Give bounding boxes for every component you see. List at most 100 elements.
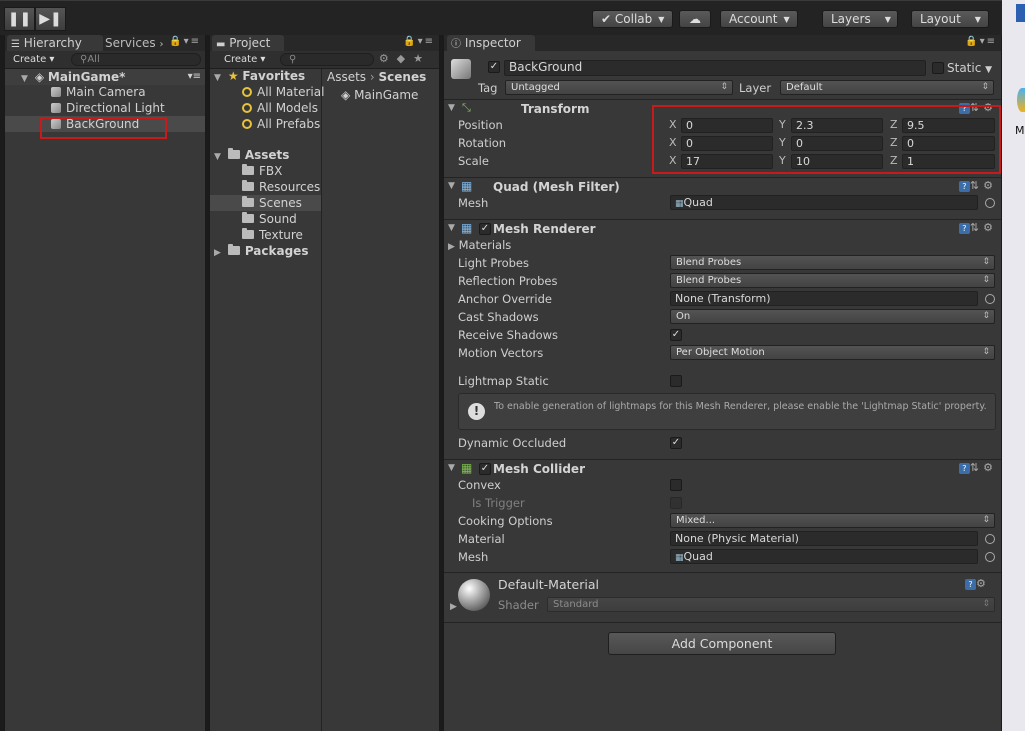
tab-project[interactable]: ▬ Project [212,35,284,51]
add-component-button[interactable]: Add Component [608,632,836,655]
preset-icon[interactable]: ⇅ [970,461,983,474]
cast-shadows-dropdown[interactable]: On [670,309,995,324]
project-search-input[interactable]: ⚲ [280,53,374,66]
expand-arrow-icon[interactable]: ▼ [214,70,224,86]
chevron-down-icon[interactable]: ▼ [985,65,992,75]
panel-menu-icon[interactable]: 🔒▾≡ [965,36,997,47]
mesh-object-field[interactable]: ▦Quad [670,195,978,210]
breadcrumb-assets[interactable]: Assets [327,70,366,84]
pause-button[interactable]: ❚❚ [4,7,35,31]
cooking-options-dropdown[interactable]: Mixed... [670,513,995,528]
expand-arrow-icon[interactable]: ▼ [448,463,458,473]
active-checkbox[interactable]: ✓ [488,61,500,73]
collider-material-field[interactable]: None (Physic Material) [670,531,978,546]
component-icons[interactable]: ? ⇅⚙ [958,221,997,234]
layer-dropdown[interactable]: Default [780,80,994,95]
receive-shadows-checkbox[interactable]: ✓ [670,329,682,341]
folder-fbx[interactable]: FBX [242,163,282,179]
expand-arrow-icon[interactable]: ▶ [450,602,460,612]
project-create-button[interactable]: Create ▾ [220,53,269,67]
favorite-all-material[interactable]: All Material [242,84,324,100]
component-icons[interactable]: ? ⇅⚙ [958,179,997,192]
reflection-probes-dropdown[interactable]: Blend Probes [670,273,995,288]
lightmap-static-checkbox[interactable] [670,375,682,387]
panel-menu-icon[interactable]: 🔒▾≡ [169,36,201,47]
tab-hierarchy[interactable]: ☰ Hierarchy [7,35,103,51]
gear-icon[interactable]: ⚙ [976,577,990,590]
folder-sound[interactable]: Sound [242,211,297,227]
step-icon: ▶❚ [39,11,62,27]
help-icon[interactable]: ? [965,579,976,590]
assets-row[interactable]: ▼ Assets [214,147,289,163]
gear-icon[interactable]: ⚙ [983,221,997,234]
motion-vectors-dropdown[interactable]: Per Object Motion [670,345,995,360]
search-icon [242,103,252,113]
lightmap-static-label: Lightmap Static [458,374,549,388]
packages-row[interactable]: ▶ Packages [214,243,308,259]
mesh-collider-enabled-checkbox[interactable]: ✓ [479,463,491,475]
folder-scenes[interactable]: Scenes [210,195,321,211]
tag-dropdown[interactable]: Untagged [505,80,733,95]
account-dropdown[interactable]: Account ▼ [720,10,798,28]
file-maingame[interactable]: ◈ MainGame [341,87,418,103]
static-checkbox[interactable] [932,62,944,74]
favorite-all-models[interactable]: All Models [242,100,318,116]
gear-icon[interactable]: ⚙ [983,179,997,192]
expand-arrow-icon[interactable]: ▼ [448,103,458,113]
browser-icon[interactable] [1017,88,1025,112]
expand-arrow-icon[interactable]: ▼ [448,223,458,233]
cloud-button[interactable]: ☁ [679,10,711,28]
material-icons[interactable]: ? ⚙ [965,577,990,590]
filter-icons[interactable]: ⚙◆★ [379,52,431,65]
mesh-collider-header[interactable]: ▼ ▦ ✓ Mesh Collider ? ⇅⚙ [444,459,1001,477]
folder-resources[interactable]: Resources [242,179,320,195]
expand-arrow-icon[interactable]: ▼ [214,149,224,165]
gear-icon[interactable]: ⚙ [983,461,997,474]
object-picker-icon[interactable] [985,294,995,304]
help-icon[interactable]: ? [958,223,970,234]
anchor-override-field[interactable]: None (Transform) [670,291,978,306]
collider-mesh-field[interactable]: ▦Quad [670,549,978,564]
preset-icon[interactable]: ⇅ [970,221,983,234]
scene-row[interactable]: ▼ ◈ MainGame* ▾≡ [5,69,205,85]
materials-foldout[interactable]: ▶ Materials [448,237,511,253]
light-probes-dropdown[interactable]: Blend Probes [670,255,995,270]
layers-dropdown[interactable]: Layers ▼ [822,10,898,28]
panel-menu-icon[interactable]: 🔒▾≡ [403,36,435,47]
convex-checkbox[interactable] [670,479,682,491]
expand-arrow-icon[interactable]: ▼ [21,71,31,87]
favorite-all-prefabs[interactable]: All Prefabs [242,116,320,132]
pause-icon: ❚❚ [7,11,32,27]
is-trigger-label: Is Trigger [472,496,525,510]
app-icon[interactable] [1016,4,1025,22]
object-picker-icon[interactable] [985,534,995,544]
dynamic-occluded-checkbox[interactable]: ✓ [670,437,682,449]
transform-icon: ⤡ [462,101,471,114]
scene-menu-icon[interactable]: ▾≡ [188,69,201,85]
help-icon[interactable]: ? [958,463,970,474]
shader-dropdown[interactable]: Standard [547,597,995,612]
expand-arrow-icon[interactable]: ▶ [214,245,224,261]
tab-inspector[interactable]: ⓘ Inspector [447,35,535,51]
layout-dropdown[interactable]: Layout ▼ [911,10,989,28]
hierarchy-create-button[interactable]: Create ▾ [9,53,58,67]
mesh-filter-header[interactable]: ▼ ▦ Quad (Mesh Filter) ? ⇅⚙ [444,177,1001,195]
help-icon[interactable]: ? [958,181,970,192]
folder-texture[interactable]: Texture [242,227,303,243]
object-picker-icon[interactable] [985,552,995,562]
favorites-row[interactable]: ▼ ★ Favorites [214,68,305,84]
expand-arrow-icon[interactable]: ▶ [448,242,455,252]
object-name-input[interactable]: BackGround [504,60,926,76]
breadcrumb-scenes[interactable]: Scenes [379,70,427,84]
object-picker-icon[interactable] [985,198,995,208]
expand-arrow-icon[interactable]: ▼ [448,181,458,191]
step-button[interactable]: ▶❚ [35,7,66,31]
mesh-renderer-enabled-checkbox[interactable]: ✓ [479,223,491,235]
hierarchy-item-directional-light[interactable]: Directional Light [51,100,165,116]
hierarchy-search-input[interactable]: ⚲All [71,53,201,66]
collab-button[interactable]: ✔ Collab ▼ [592,10,674,28]
preset-icon[interactable]: ⇅ [970,179,983,192]
mesh-renderer-header[interactable]: ▼ ▦ ✓ Mesh Renderer ? ⇅⚙ [444,219,1001,237]
component-icons[interactable]: ? ⇅⚙ [958,461,997,474]
hierarchy-item-main-camera[interactable]: Main Camera [51,84,146,100]
